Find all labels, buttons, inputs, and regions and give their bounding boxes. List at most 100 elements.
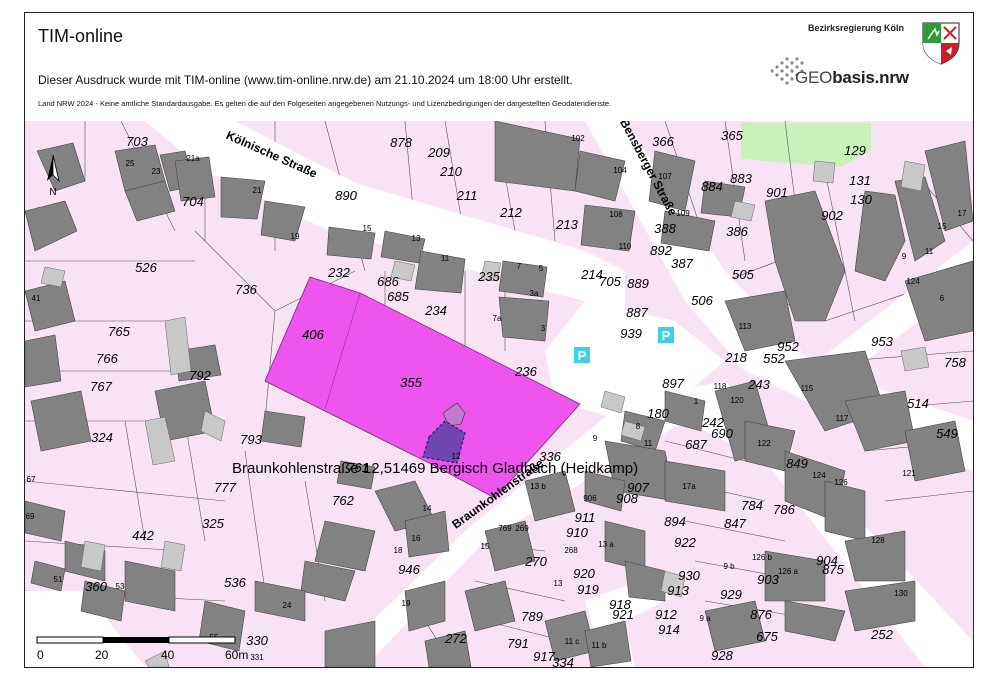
parcel-number: 914 (658, 622, 680, 637)
parcel-number: 875 (822, 562, 844, 577)
parcel-number: 218 (724, 350, 747, 365)
house-number: 11 c (565, 637, 580, 646)
house-number: 6 (940, 294, 945, 303)
parcel-number: 930 (678, 568, 700, 583)
parcel-number: 777 (214, 480, 236, 495)
parcel-number: 687 (685, 437, 707, 452)
house-number: 21a (186, 154, 200, 163)
house-number: 120 (730, 396, 744, 405)
parcel-number: 736 (235, 282, 257, 297)
parcel-number: 130 (850, 192, 872, 207)
parcel-number: 765 (108, 324, 130, 339)
parcel-number: 675 (756, 629, 778, 644)
parcel-number: 213 (555, 217, 578, 232)
house-number: 269 (515, 524, 529, 533)
parcel-number: 131 (849, 173, 871, 188)
parcel-number: 789 (521, 609, 543, 624)
house-number: 67 (27, 475, 36, 484)
scale-label-60m: 60m (225, 648, 248, 662)
parcel-number: 766 (96, 351, 118, 366)
parcel-number: 920 (573, 566, 595, 581)
parcel-number: 758 (944, 355, 966, 370)
house-number: 110 (619, 242, 632, 251)
parcel-number: 703 (126, 134, 148, 149)
house-number: 906 (583, 494, 597, 503)
house-number: 7 (517, 262, 522, 271)
house-number: 126 (834, 478, 848, 487)
parking-label: P (578, 348, 587, 363)
parcel-number: 921 (612, 607, 634, 622)
address-label: Braunkohlenstraße 12,51469 Bergisch Glad… (232, 460, 639, 477)
parcel-number: 324 (91, 430, 113, 445)
parcel-number: 235 (477, 269, 500, 284)
nrw-crest-icon (922, 22, 960, 65)
parcel-number: 912 (655, 607, 677, 622)
scale-bar: 0 20 40 60m (36, 636, 248, 662)
house-number: 16 (412, 534, 421, 543)
parcel-number: 270 (524, 554, 547, 569)
print-note: Dieser Ausdruck wurde mit TIM-online (ww… (38, 73, 573, 87)
house-number: 118 (714, 382, 727, 391)
house-number: 41 (32, 294, 41, 303)
parcel-number: 953 (871, 334, 893, 349)
parcel-number: 792 (189, 368, 211, 383)
house-number: 8 (636, 422, 641, 431)
license-note: Land NRW 2024 - Keine amtliche Standarda… (38, 99, 612, 108)
parcel-number: 685 (387, 289, 409, 304)
house-number: 126 a (778, 567, 799, 576)
parcel-number: 272 (444, 631, 467, 646)
parcel-number: 232 (327, 265, 350, 280)
parcel-number: 243 (747, 377, 770, 392)
parcel-number: 514 (907, 396, 929, 411)
house-number: 107 (658, 172, 672, 181)
parcel-number: 365 (721, 128, 743, 143)
house-number: 7a (493, 314, 502, 323)
svg-text:N: N (49, 187, 56, 198)
house-number: 25 (126, 159, 135, 168)
parcel-number: 180 (647, 406, 669, 421)
parcel-number: 355 (400, 375, 422, 390)
house-number: 24 (283, 601, 292, 610)
house-number: 113 (739, 322, 752, 331)
parcel-number: 767 (90, 379, 112, 394)
parcel-number: 911 (575, 510, 596, 525)
house-number: 109 (676, 209, 690, 218)
parcel-number: 325 (202, 516, 224, 531)
house-number: 9 (902, 252, 907, 261)
scale-label-20: 20 (95, 648, 109, 662)
house-number: 19 (402, 599, 411, 608)
parcel-number: 908 (616, 491, 638, 506)
scale-label-0: 0 (37, 648, 44, 662)
house-number: 108 (609, 210, 623, 219)
parcel-number: 892 (650, 243, 672, 258)
house-number: 9 (593, 434, 598, 443)
scale-label-40: 40 (161, 648, 175, 662)
parcel-number: 786 (773, 502, 795, 517)
house-number: 21 (253, 186, 262, 195)
house-number: 11 (925, 247, 934, 256)
parcel-number: 890 (335, 188, 357, 203)
parcel-number: 129 (844, 143, 866, 158)
parcel-number: 686 (377, 274, 399, 289)
house-number: 15 (938, 222, 947, 231)
house-number: 18 (394, 546, 403, 555)
house-number: 102 (571, 134, 585, 143)
parcel-number: 928 (711, 648, 733, 663)
parcel-number: 549 (936, 426, 958, 441)
parking-label: P (662, 328, 671, 343)
parcel-number: 847 (724, 516, 746, 531)
parcel-number: 536 (224, 575, 246, 590)
house-number: 122 (757, 439, 771, 448)
house-number: 130 (894, 589, 908, 598)
parcel-number: 505 (732, 267, 754, 282)
house-number: 1 (694, 397, 699, 406)
map-canvas[interactable]: PP Kölnische StraßeBraunkohlenstraßeBens… (25, 116, 973, 667)
parcel-number: 387 (671, 256, 693, 271)
parcel-number: 913 (667, 583, 689, 598)
house-number: 9 a (699, 614, 711, 623)
cadastral-map[interactable]: PP Kölnische Straße Braunkohlenstraße Bens… (25, 116, 973, 667)
house-number: 126 b (752, 553, 773, 562)
parcel-number: 884 (701, 179, 723, 194)
parcel-number: 793 (240, 432, 262, 447)
parcel-number: 526 (135, 260, 157, 275)
